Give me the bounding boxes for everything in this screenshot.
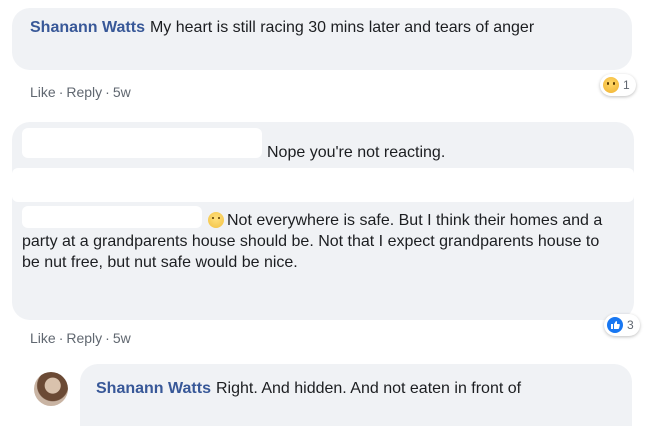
comment-body: Shanann Watts My heart is still racing 30… — [30, 17, 625, 38]
sad-emoji-icon — [603, 77, 619, 93]
comment-bubble: Shanann Watts My heart is still racing 30… — [12, 8, 632, 70]
reaction-count: 1 — [623, 78, 630, 92]
avatar[interactable] — [34, 372, 68, 406]
comment-bubble: Nope you're not reacting. Not everywhere… — [12, 122, 634, 320]
like-icon — [607, 317, 623, 333]
comment-actions: Like · Reply · 5w — [30, 330, 131, 346]
comment-text: Right. And hidden. And not eaten in fron… — [215, 380, 522, 397]
comment-body: Shanann Watts Right. And hidden. And not … — [96, 378, 616, 399]
like-link[interactable]: Like — [30, 330, 56, 346]
reaction-badge[interactable]: 1 — [600, 74, 636, 96]
reaction-count: 3 — [627, 318, 634, 332]
separator: · — [105, 330, 110, 346]
separator: · — [58, 84, 64, 100]
comment-text: Nope you're not reacting. — [267, 144, 446, 161]
comment-age[interactable]: 5w — [113, 330, 131, 346]
separator: · — [105, 84, 110, 100]
comment-text: My heart is still racing 30 mins later a… — [149, 19, 535, 36]
comment-author[interactable]: Shanann Watts — [96, 380, 211, 397]
reaction-badge[interactable]: 3 — [604, 314, 640, 336]
comment-actions: Like · Reply · 5w — [30, 84, 131, 100]
redacted-area — [22, 128, 262, 158]
separator: · — [58, 330, 64, 346]
comment-author[interactable]: Shanann Watts — [30, 19, 145, 36]
comment-text: Not everywhere is safe. But I think thei… — [22, 212, 603, 271]
worried-face-icon — [208, 212, 224, 228]
redacted-area — [12, 168, 634, 202]
like-link[interactable]: Like — [30, 84, 56, 100]
reply-link[interactable]: Reply — [66, 330, 102, 346]
comment-age[interactable]: 5w — [113, 84, 131, 100]
comment-text-block: Not everywhere is safe. But I think thei… — [22, 210, 612, 273]
comment-bubble: Shanann Watts Right. And hidden. And not … — [80, 364, 632, 426]
reply-link[interactable]: Reply — [66, 84, 102, 100]
